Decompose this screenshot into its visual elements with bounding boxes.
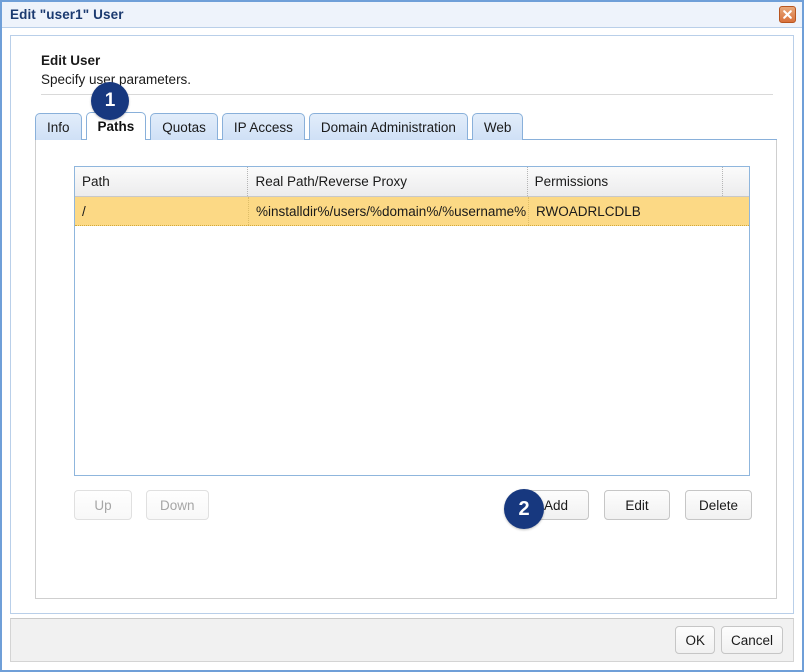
add-button-label: Add (544, 498, 568, 513)
edit-button-label: Edit (625, 498, 648, 513)
delete-button-label: Delete (699, 498, 738, 513)
delete-button[interactable]: Delete (685, 490, 752, 520)
cancel-button[interactable]: Cancel (721, 626, 783, 654)
tab-info[interactable]: Info (35, 113, 82, 140)
up-button-label: Up (94, 498, 111, 513)
dialog-titlebar: Edit "user1" User (2, 2, 802, 28)
grid-empty-area (75, 226, 749, 446)
grid-column-header-permissions[interactable]: Permissions (528, 167, 723, 196)
ok-button-label: OK (685, 633, 705, 648)
cell-real-path: %installdir%/users/%domain%/%username% (249, 197, 529, 225)
tabstrip: Info Paths Quotas IP Access Domain Admin… (35, 112, 777, 140)
grid-header-gutter (723, 167, 749, 196)
dialog-body: Edit User Specify user parameters. Info … (2, 29, 802, 670)
tab-label: Paths (98, 119, 135, 134)
tab-label: Info (47, 120, 70, 135)
up-button[interactable]: Up (74, 490, 132, 520)
tab-domain-administration[interactable]: Domain Administration (309, 113, 468, 140)
tab-quotas[interactable]: Quotas (150, 113, 218, 140)
tab-ip-access[interactable]: IP Access (222, 113, 305, 140)
header-divider (41, 94, 773, 95)
down-button-label: Down (160, 498, 195, 513)
cell-path: / (75, 197, 249, 225)
dialog-content-panel: Edit User Specify user parameters. Info … (10, 35, 794, 614)
tab-web[interactable]: Web (472, 113, 524, 140)
dialog-footer: OK Cancel (10, 618, 794, 662)
edit-user-dialog: Edit "user1" User Edit User Specify user… (0, 0, 804, 672)
tab-label: Web (484, 120, 512, 135)
table-row[interactable]: / %installdir%/users/%domain%/%username%… (75, 197, 749, 226)
tab-label: Domain Administration (321, 120, 456, 135)
cancel-button-label: Cancel (731, 633, 773, 648)
reorder-button-bar: Up Down (74, 490, 209, 520)
grid-column-header-real-path[interactable]: Real Path/Reverse Proxy (248, 167, 527, 196)
down-button[interactable]: Down (146, 490, 209, 520)
cell-permissions: RWOADRLCDLB (529, 197, 725, 225)
close-icon[interactable] (779, 6, 796, 23)
edit-button[interactable]: Edit (604, 490, 670, 520)
page-title: Edit User (41, 53, 100, 68)
tab-label: IP Access (234, 120, 293, 135)
tab-label: Quotas (162, 120, 206, 135)
grid-column-header-path[interactable]: Path (75, 167, 248, 196)
callout-badge-2: 2 (504, 489, 544, 529)
paths-tab-panel: Path Real Path/Reverse Proxy Permissions… (35, 140, 777, 599)
paths-grid[interactable]: Path Real Path/Reverse Proxy Permissions… (74, 166, 750, 476)
grid-header-row: Path Real Path/Reverse Proxy Permissions (75, 167, 749, 197)
record-action-button-bar: Add Edit Delete (523, 490, 752, 520)
ok-button[interactable]: OK (675, 626, 715, 654)
callout-badge-1: 1 (91, 82, 129, 120)
dialog-title: Edit "user1" User (2, 7, 124, 22)
